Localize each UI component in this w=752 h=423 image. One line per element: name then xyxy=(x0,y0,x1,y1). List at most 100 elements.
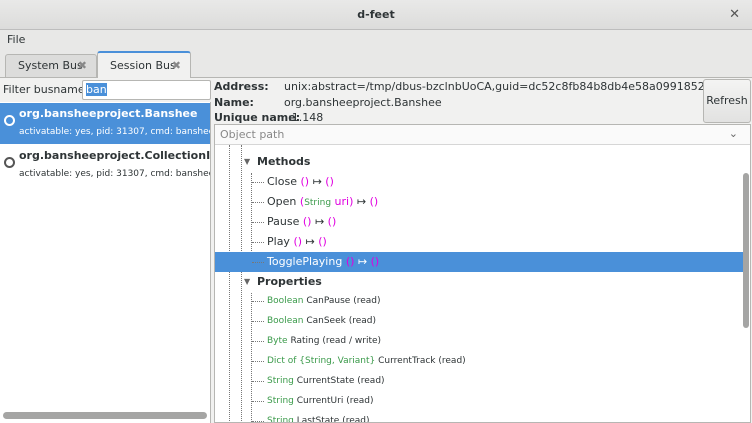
property-type: String xyxy=(267,416,294,423)
bus-list-item[interactable]: org.bansheeproject.CollectionIndexer act… xyxy=(0,145,210,186)
property-access: (read) xyxy=(353,296,381,306)
tree-line xyxy=(252,182,264,183)
property-item[interactable]: Boolean CanPause (read) xyxy=(215,291,743,311)
filter-busnames-input[interactable]: ban xyxy=(82,80,211,100)
tree-line xyxy=(252,262,264,263)
tab-label: Session Bus xyxy=(110,59,176,72)
arg-type: String xyxy=(304,198,332,208)
property-item[interactable]: String LastState (read) xyxy=(215,411,743,423)
method-returns: () xyxy=(325,175,334,188)
property-type: String xyxy=(267,376,294,386)
filter-value: ban xyxy=(86,83,107,96)
window-title: d-feet xyxy=(357,8,395,21)
properties-label: Properties xyxy=(257,275,322,288)
expander-icon[interactable]: ▼ xyxy=(244,272,250,292)
tree-line xyxy=(252,361,264,362)
method-name: TogglePlaying xyxy=(267,255,343,268)
property-type: Boolean xyxy=(267,316,304,326)
method-name: Open xyxy=(267,195,297,208)
tree-line xyxy=(252,381,264,382)
method-item[interactable]: Play () ↦ () xyxy=(215,232,743,252)
tab-close-icon[interactable]: ✖ xyxy=(172,53,181,79)
unique-name-value: :1.148 xyxy=(288,111,324,124)
method-item[interactable]: Pause () ↦ () xyxy=(215,212,743,232)
property-access: (read) xyxy=(438,356,466,366)
tree-node-properties[interactable]: ▼ Properties xyxy=(215,272,743,292)
property-type: String xyxy=(267,396,294,406)
method-name: Play xyxy=(267,235,290,248)
object-path-placeholder: Object path xyxy=(220,128,285,141)
tab-label: System Bus xyxy=(18,59,83,72)
property-item[interactable]: String CurrentUri (read) xyxy=(215,391,743,411)
filter-label: Filter busnames: xyxy=(3,83,95,96)
property-item[interactable]: Byte Rating (read / write) xyxy=(215,331,743,351)
property-access: (read / write) xyxy=(322,336,382,346)
refresh-button[interactable]: Refresh xyxy=(703,79,751,123)
method-returns: () xyxy=(369,195,379,208)
bus-details: activatable: yes, pid: 31307, cmd: bansh… xyxy=(19,169,210,179)
arg-name: uri xyxy=(334,195,350,208)
maps-to-icon: ↦ xyxy=(356,195,367,208)
method-args: () xyxy=(345,255,355,268)
method-args: () xyxy=(293,235,303,248)
tree-line xyxy=(252,301,264,302)
object-path-combo[interactable]: Object path ⌄ xyxy=(215,125,750,145)
maps-to-icon: ↦ xyxy=(357,255,368,268)
property-name: CanPause xyxy=(306,296,351,306)
method-item[interactable]: Close () ↦ () xyxy=(215,172,743,192)
horizontal-scrollbar[interactable] xyxy=(3,412,207,419)
tree-line xyxy=(252,222,264,223)
method-args: () xyxy=(300,175,310,188)
method-item[interactable]: TogglePlaying () ↦ () xyxy=(215,252,743,272)
address-label: Address: xyxy=(214,80,269,93)
property-access: (read) xyxy=(357,376,385,386)
address-value: unix:abstract=/tmp/dbus-bzclnbUoCA,guid=… xyxy=(284,80,747,93)
maps-to-icon: ↦ xyxy=(312,175,322,188)
tab-system-bus[interactable]: System Bus ✖ xyxy=(5,54,97,77)
tree-line xyxy=(252,401,264,402)
methods-label: Methods xyxy=(257,155,311,168)
property-name: CanSeek xyxy=(306,316,346,326)
bus-list-item[interactable]: org.bansheeproject.Banshee activatable: … xyxy=(0,103,210,144)
chevron-down-icon[interactable]: ⌄ xyxy=(729,127,738,140)
vertical-scrollbar[interactable] xyxy=(743,173,749,328)
object-tree: Object path ⌄ ▼ Methods Close () ↦ () Open… xyxy=(214,124,751,423)
property-item[interactable]: String CurrentState (read) xyxy=(215,371,743,391)
method-returns: () xyxy=(370,255,380,268)
property-item[interactable]: Dict of {String, Variant} CurrentTrack (… xyxy=(215,351,743,371)
tree-line xyxy=(252,202,264,203)
bus-name: org.bansheeproject.CollectionIndexer xyxy=(19,149,210,162)
property-type: Dict of {String, Variant} xyxy=(267,356,376,366)
bus-icon xyxy=(4,115,15,126)
method-name: Pause xyxy=(267,215,300,228)
bus-details: activatable: yes, pid: 31307, cmd: bansh… xyxy=(19,127,210,137)
bus-name: org.bansheeproject.Banshee xyxy=(19,107,198,120)
property-type: Boolean xyxy=(267,296,304,306)
maps-to-icon: ↦ xyxy=(314,215,325,228)
method-returns: () xyxy=(318,235,327,248)
address-row: Address: unix:abstract=/tmp/dbus-bzclnbUo… xyxy=(214,80,747,93)
tree-line xyxy=(252,242,264,243)
tab-session-bus[interactable]: Session Bus ✖ xyxy=(97,51,191,78)
name-value: org.bansheeproject.Banshee xyxy=(284,96,442,109)
method-args: (String uri) xyxy=(299,195,354,208)
tree-node-methods[interactable]: ▼ Methods xyxy=(215,152,743,172)
property-access: (read) xyxy=(348,316,377,326)
menu-file[interactable]: File xyxy=(7,33,25,46)
property-type: Byte xyxy=(267,336,288,346)
expander-icon[interactable]: ▼ xyxy=(244,152,250,172)
tab-close-icon[interactable]: ✖ xyxy=(78,55,87,77)
close-window-button[interactable]: ✕ xyxy=(729,8,740,22)
method-name: Close xyxy=(267,175,297,188)
property-name: CurrentTrack xyxy=(378,356,436,366)
bus-icon xyxy=(4,157,15,168)
property-item[interactable]: Boolean CanSeek (read) xyxy=(215,311,743,331)
name-label: Name: xyxy=(214,96,254,109)
menu-bar: File xyxy=(0,30,752,50)
property-name: LastState xyxy=(296,416,340,423)
property-name: CurrentState xyxy=(296,376,355,386)
unique-name-row: Unique name::1.148 xyxy=(214,111,323,124)
method-item[interactable]: Open (String uri) ↦ () xyxy=(215,192,743,212)
tree-line xyxy=(252,421,264,422)
property-name: CurrentUri xyxy=(296,396,344,406)
